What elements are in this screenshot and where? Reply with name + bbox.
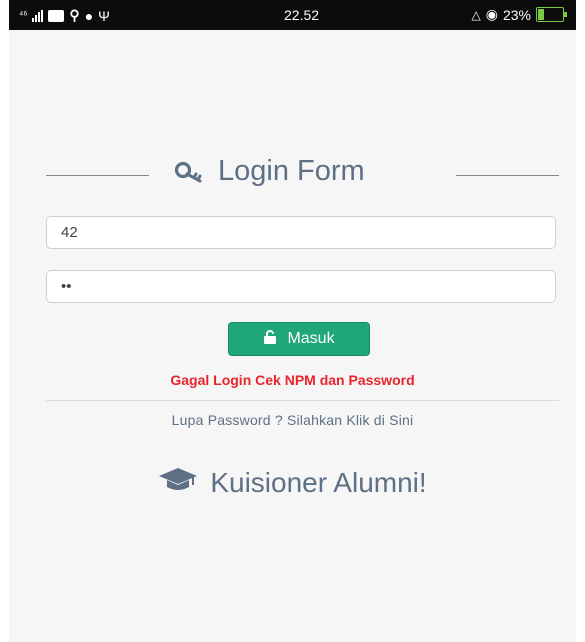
unlock-icon	[263, 329, 277, 349]
usb-icon: Ψ	[98, 7, 110, 24]
divider	[46, 400, 559, 401]
npm-input[interactable]	[46, 216, 556, 249]
sim-signal-icon: ⁴⁶	[19, 10, 28, 21]
cat-app-icon: ●	[84, 7, 94, 24]
key-icon	[174, 161, 204, 183]
password-input[interactable]	[46, 270, 556, 303]
status-left-icons: ⁴⁶ ⚲ ● Ψ	[19, 7, 110, 24]
brand-text: Kuisioner Alumni!	[210, 466, 427, 498]
title-divider-left	[46, 175, 149, 176]
status-right-icons: △ ◉ 23%	[471, 6, 567, 23]
graduation-cap-icon	[158, 466, 198, 499]
forgot-password-link[interactable]: Lupa Password ? Silahkan Klik di Sini	[9, 412, 576, 428]
login-error-message: Gagal Login Cek NPM dan Password	[170, 372, 415, 388]
login-title: Login Form	[174, 155, 365, 188]
eye-comfort-icon: ◉	[485, 6, 498, 22]
app-brand: Kuisioner Alumni!	[9, 466, 576, 499]
silent-icon: △	[471, 7, 481, 22]
title-divider-right	[456, 175, 559, 176]
message-icon	[48, 9, 65, 22]
masuk-button[interactable]: Masuk	[228, 322, 370, 356]
status-bar: ⁴⁶ ⚲ ● Ψ 22.52 △ ◉ 23%	[9, 0, 576, 30]
login-title-row: Login Form	[46, 155, 559, 195]
signal-bars-icon	[32, 9, 44, 22]
battery-icon	[536, 7, 567, 22]
status-time: 22.52	[284, 7, 320, 23]
phone-screen: ⁴⁶ ⚲ ● Ψ 22.52 △ ◉ 23% Login Form 42 •• …	[9, 0, 576, 642]
login-title-text: Login Form	[218, 155, 365, 187]
notification-icon: ⚲	[69, 7, 80, 23]
battery-percent: 23%	[502, 6, 531, 23]
masuk-label: Masuk	[287, 330, 335, 347]
